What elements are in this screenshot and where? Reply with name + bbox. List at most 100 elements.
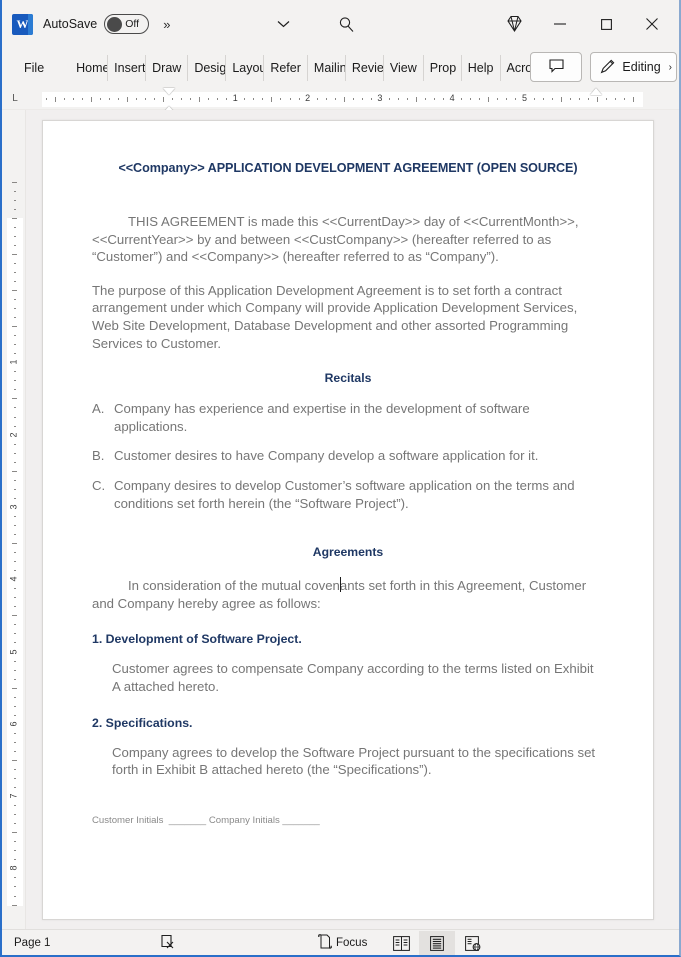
ruler-tick <box>12 832 17 834</box>
ruler-tick <box>14 389 16 391</box>
section-1-body: Customer agrees to compensate Company ac… <box>112 661 594 694</box>
ruler-tick <box>90 97 92 102</box>
status-page-number[interactable]: Page 1 <box>14 937 50 949</box>
focus-mode-label: Focus <box>336 937 368 949</box>
tab-home[interactable]: Home <box>70 55 109 81</box>
recitals-heading: Recitals <box>324 371 372 386</box>
ruler-tick <box>14 588 16 590</box>
ruler-tick <box>479 98 481 100</box>
ruler-tick <box>12 398 17 400</box>
status-bar: Page 1 Focus <box>2 929 679 955</box>
ruler-tick <box>14 886 16 888</box>
document-canvas[interactable]: <<Company>> APPLICATION DEVELOPMENT AGRE… <box>26 110 679 929</box>
autosave-toggle[interactable]: Off <box>104 14 150 34</box>
ribbon-right-controls: Editing › <box>530 52 677 82</box>
ruler-tick <box>14 271 16 273</box>
quick-access-customize-icon[interactable] <box>273 14 293 34</box>
tab-file[interactable]: File <box>16 55 54 81</box>
first-line-indent-marker[interactable] <box>163 88 175 95</box>
close-button[interactable] <box>629 3 675 45</box>
comments-button[interactable] <box>530 52 583 82</box>
ruler-tick <box>12 181 17 183</box>
editing-mode-button[interactable]: Editing › <box>590 52 677 82</box>
ruler-tick <box>14 371 16 373</box>
ruler-tick <box>135 98 137 100</box>
ruler-tick <box>14 787 16 789</box>
horizontal-ruler[interactable]: 1 2 3 4 5 <box>42 88 643 121</box>
ruler-tick <box>14 208 16 210</box>
tab-insert[interactable]: Insert <box>108 55 147 81</box>
ruler-tick <box>14 425 16 427</box>
autosave-toggle-knob <box>107 16 123 32</box>
tab-view[interactable]: View <box>384 55 424 81</box>
proofing-errors-icon[interactable] <box>160 934 178 955</box>
ruler-tick <box>63 98 65 100</box>
ruler-number: 1 <box>232 93 238 103</box>
ruler-tick <box>461 98 463 100</box>
ruler-tick <box>14 678 16 680</box>
ruler-tick <box>497 98 499 100</box>
tab-mailings[interactable]: Mailin <box>308 55 346 81</box>
maximize-button[interactable] <box>583 3 629 45</box>
ruler-number: 2 <box>8 432 19 438</box>
ruler-tick <box>14 497 16 499</box>
ruler-tick <box>144 98 146 100</box>
print-layout-icon[interactable] <box>419 931 455 955</box>
list-item-text: Customer desires to have Company develop… <box>114 448 539 464</box>
ruler-tick <box>12 615 17 617</box>
ruler-tick <box>596 97 598 102</box>
tab-help[interactable]: Help <box>462 55 501 81</box>
ruler-tick <box>280 98 282 100</box>
focus-mode-icon <box>318 934 332 952</box>
web-layout-icon[interactable] <box>455 931 491 955</box>
ruler-tick <box>12 904 17 906</box>
ruler-tick <box>370 98 372 100</box>
minimize-button[interactable] <box>537 3 583 45</box>
ruler-tick <box>14 705 16 707</box>
ruler-tick <box>14 335 16 337</box>
right-indent-marker[interactable] <box>590 88 602 95</box>
tab-design[interactable]: Design <box>188 55 227 81</box>
ruler-tick <box>153 98 155 100</box>
document-title-heading: <<Company>> APPLICATION DEVELOPMENT AGRE… <box>118 161 578 175</box>
tab-layout[interactable]: Layout <box>226 55 265 81</box>
ruler-tick <box>14 606 16 608</box>
tab-review[interactable]: Revie <box>346 55 384 81</box>
ruler-number: 4 <box>449 93 455 103</box>
ruler-tick <box>14 669 16 671</box>
tab-draw[interactable]: Draw <box>146 55 189 81</box>
ruler-tick <box>14 877 16 879</box>
quick-access-overflow-icon[interactable]: » <box>163 17 170 32</box>
footer-initials-line: Customer Initials _______ Company Initia… <box>92 815 604 826</box>
ruler-tick <box>14 624 16 626</box>
ruler-tick <box>14 317 16 319</box>
ruler-tick <box>397 98 399 100</box>
ruler-number: 6 <box>8 721 19 727</box>
ruler-tick <box>14 714 16 716</box>
vertical-ruler[interactable]: 1 2 3 4 5 6 7 8 <box>2 110 26 929</box>
ruler-number: 3 <box>8 504 19 510</box>
ruler-tick <box>126 97 128 102</box>
document-page[interactable]: <<Company>> APPLICATION DEVELOPMENT AGRE… <box>42 120 654 920</box>
ruler-tick <box>632 97 634 102</box>
ruler-tick <box>12 470 17 472</box>
ruler-tick <box>14 778 16 780</box>
read-mode-icon[interactable] <box>383 931 419 955</box>
ruler-tick <box>14 407 16 409</box>
chevron-right-icon[interactable]: › <box>669 62 672 73</box>
ruler-tick <box>262 98 264 100</box>
ribbon-tabs: File Home Insert Draw Design Layout Refe… <box>16 53 539 83</box>
focus-mode-button[interactable]: Focus <box>318 930 368 955</box>
diamond-icon[interactable] <box>491 3 537 45</box>
window-controls <box>491 0 675 48</box>
tab-stop-selector[interactable]: L <box>2 93 28 104</box>
tab-properties[interactable]: Prop <box>424 55 462 81</box>
ruler-tick <box>14 479 16 481</box>
ruler-tick <box>14 660 16 662</box>
ruler-tick <box>99 98 101 100</box>
ruler-tick <box>533 98 535 100</box>
ruler-tick <box>45 98 47 100</box>
tab-references[interactable]: Refer <box>264 55 308 81</box>
ruler-tick <box>605 98 607 100</box>
search-icon[interactable] <box>334 12 358 36</box>
